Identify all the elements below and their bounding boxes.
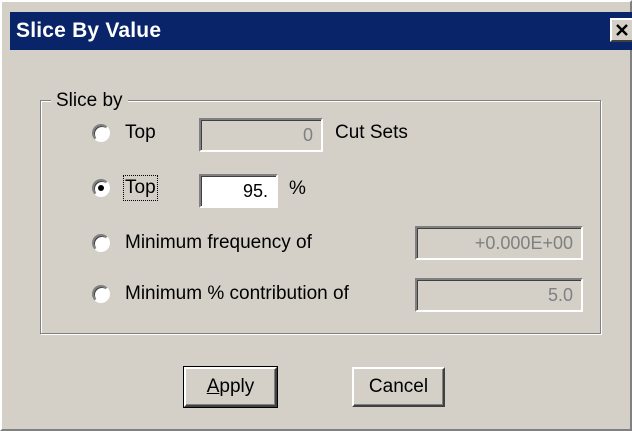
minimum-contribution-input[interactable]: 5.0 — [415, 278, 583, 312]
dialog-window: Slice By Value Slice by Top 0 Cut Sets T… — [0, 0, 632, 431]
radio-minimum-frequency-label[interactable]: Minimum frequency of — [125, 232, 312, 254]
radio-top-percent-label[interactable]: Top — [123, 175, 158, 201]
apply-mnemonic: A — [206, 376, 220, 397]
radio-minimum-frequency[interactable] — [92, 234, 110, 252]
percent-suffix: % — [289, 178, 306, 199]
minimum-frequency-input[interactable]: +0.000E+00 — [415, 226, 583, 260]
radio-top-cut-sets-label[interactable]: Top — [125, 122, 156, 144]
apply-label: pply — [219, 376, 255, 397]
cancel-button[interactable]: Cancel — [352, 367, 445, 407]
title-bar[interactable]: Slice By Value — [10, 12, 632, 50]
radio-minimum-contribution[interactable] — [92, 285, 110, 303]
window-title: Slice By Value — [16, 19, 162, 42]
radio-top-percent[interactable] — [92, 179, 110, 197]
radio-top-cut-sets[interactable] — [92, 124, 110, 142]
cut-sets-suffix: Cut Sets — [335, 122, 408, 143]
apply-button[interactable]: Apply — [183, 366, 278, 408]
close-icon — [616, 24, 628, 36]
close-button[interactable] — [610, 18, 632, 42]
cancel-label: Cancel — [368, 376, 429, 397]
radio-minimum-contribution-label[interactable]: Minimum % contribution of — [125, 283, 349, 305]
top-percent-input[interactable]: 95. — [199, 174, 278, 208]
group-legend: Slice by — [51, 90, 128, 112]
top-cut-sets-input[interactable]: 0 — [199, 118, 323, 152]
